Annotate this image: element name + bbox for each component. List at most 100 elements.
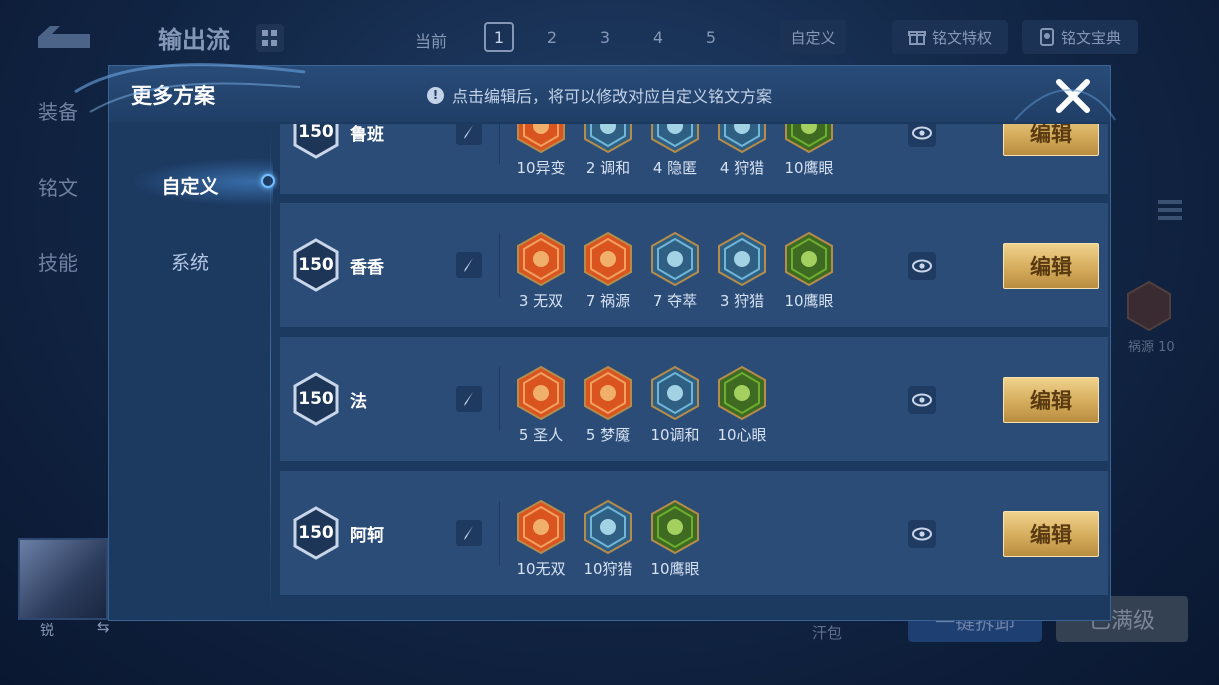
side-tab-skills[interactable]: 技能 bbox=[38, 247, 78, 276]
row-divider bbox=[499, 367, 500, 431]
scheme-list[interactable]: 150 鲁班 编辑 10异变 2 调和 4 隐匿 4 狩猎 10鹰眼 150 香… bbox=[280, 124, 1108, 620]
dialog-sidebar: 自定义 系统 bbox=[109, 122, 275, 620]
rune-label: 10心眼 bbox=[717, 426, 767, 444]
rune-label: 2 调和 bbox=[585, 159, 631, 177]
level-value: 150 bbox=[298, 389, 334, 409]
rune-label: 10鹰眼 bbox=[784, 292, 834, 310]
edit-button[interactable]: 编辑 bbox=[1003, 243, 1099, 289]
rename-button[interactable] bbox=[456, 520, 482, 546]
pencil-icon bbox=[464, 392, 473, 406]
grid-icon[interactable] bbox=[256, 24, 284, 52]
gift-icon bbox=[907, 31, 926, 45]
level-badge: 150 bbox=[292, 372, 340, 426]
scheme-name: 法 bbox=[350, 392, 367, 412]
rune-label: 10狩猎 bbox=[583, 560, 633, 578]
current-label: 当前 bbox=[415, 32, 448, 51]
rune-red-icon[interactable] bbox=[582, 365, 634, 421]
active-tab-indicator bbox=[261, 174, 275, 188]
row-divider bbox=[499, 233, 500, 297]
list-fade bbox=[280, 594, 1108, 620]
rune-label: 3 狩猎 bbox=[719, 292, 765, 310]
eye-icon bbox=[912, 259, 932, 273]
info-icon: ! bbox=[427, 86, 444, 104]
scheme-name: 鲁班 bbox=[350, 125, 384, 145]
scheme-row: 150 鲁班 编辑 10异变 2 调和 4 隐匿 4 狩猎 10鹰眼 bbox=[280, 124, 1108, 194]
rune-green-icon[interactable] bbox=[783, 231, 835, 287]
eye-icon bbox=[912, 527, 932, 541]
rune-red-icon[interactable] bbox=[515, 499, 567, 555]
row-divider bbox=[499, 124, 500, 164]
background-title: 输出流 bbox=[158, 26, 230, 54]
slot-3[interactable]: 3 bbox=[590, 22, 620, 52]
list-menu-icon[interactable] bbox=[1158, 200, 1182, 226]
rune-label: 10异变 bbox=[516, 159, 566, 177]
rune-label: 3 无双 bbox=[518, 292, 564, 310]
rune-blue-icon[interactable] bbox=[582, 124, 634, 154]
close-icon[interactable] bbox=[1053, 76, 1093, 116]
preview-button[interactable] bbox=[908, 386, 936, 414]
preview-button[interactable] bbox=[908, 520, 936, 548]
dialog-header: 更多方案 ! 点击编辑后，将可以修改对应自定义铭文方案 bbox=[109, 66, 1110, 122]
privilege-button[interactable]: 铭文特权 bbox=[892, 20, 1008, 54]
side-tab-runes[interactable]: 铭文 bbox=[38, 172, 78, 201]
slot-4[interactable]: 4 bbox=[643, 22, 673, 52]
tab-system[interactable]: 系统 bbox=[109, 248, 271, 275]
pencil-icon bbox=[464, 258, 473, 272]
rune-blue-icon[interactable] bbox=[649, 124, 701, 154]
slot-1[interactable]: 1 bbox=[484, 22, 514, 52]
dialog-title: 更多方案 bbox=[131, 84, 215, 108]
scheme-row: 150 阿轲 编辑 10无双 10狩猎 10鹰眼 bbox=[280, 471, 1108, 595]
rune-label: 5 圣人 bbox=[518, 426, 564, 444]
side-tab-equipment[interactable]: 装备 bbox=[38, 96, 78, 125]
scheme-row: 150 香香 编辑 3 无双 7 祸源 7 夺萃 3 狩猎 10鹰眼 bbox=[280, 203, 1108, 327]
rune-label: 4 狩猎 bbox=[719, 159, 765, 177]
level-value: 150 bbox=[298, 255, 334, 275]
rune-label: 10鹰眼 bbox=[784, 159, 834, 177]
rune-red-icon[interactable] bbox=[515, 231, 567, 287]
book-icon bbox=[1039, 28, 1054, 46]
rename-button[interactable] bbox=[456, 252, 482, 278]
slot-5[interactable]: 5 bbox=[696, 22, 726, 52]
rune-green-icon[interactable] bbox=[716, 365, 768, 421]
rune-red-icon[interactable] bbox=[515, 365, 567, 421]
level-badge: 150 bbox=[292, 124, 340, 159]
eye-icon bbox=[912, 126, 932, 140]
edit-button[interactable]: 编辑 bbox=[1003, 377, 1099, 423]
hint-text: 点击编辑后，将可以修改对应自定义铭文方案 bbox=[452, 87, 773, 106]
row-divider bbox=[499, 501, 500, 565]
preview-button[interactable] bbox=[908, 124, 936, 147]
hero-avatar[interactable] bbox=[18, 538, 108, 620]
tab-custom[interactable]: 自定义 bbox=[109, 172, 271, 199]
rune-label: 7 夺萃 bbox=[652, 292, 698, 310]
rune-red-icon[interactable] bbox=[582, 231, 634, 287]
rune-green-icon[interactable] bbox=[649, 499, 701, 555]
treasure-button[interactable]: 铭文宝典 bbox=[1022, 20, 1138, 54]
scheme-name: 香香 bbox=[350, 258, 384, 278]
rename-button[interactable] bbox=[456, 124, 482, 145]
rune-blue-icon[interactable] bbox=[582, 499, 634, 555]
rune-label: 10调和 bbox=[650, 426, 700, 444]
rename-button[interactable] bbox=[456, 386, 482, 412]
edit-button[interactable]: 编辑 bbox=[1003, 511, 1099, 557]
rune-blue-icon[interactable] bbox=[649, 231, 701, 287]
bottom-text: 汗包 bbox=[812, 624, 843, 642]
rune-green-icon[interactable] bbox=[783, 124, 835, 154]
rune-label: 5 梦魇 bbox=[585, 426, 631, 444]
background-rune-icon bbox=[1127, 280, 1171, 332]
edit-button[interactable]: 编辑 bbox=[1003, 124, 1099, 156]
pencil-icon bbox=[464, 125, 473, 139]
rune-blue-icon[interactable] bbox=[716, 124, 768, 154]
preview-button[interactable] bbox=[908, 252, 936, 280]
more-schemes-dialog: 更多方案 ! 点击编辑后，将可以修改对应自定义铭文方案 自定义 系统 150 鲁… bbox=[108, 65, 1111, 621]
rune-blue-icon[interactable] bbox=[716, 231, 768, 287]
eye-icon bbox=[912, 393, 932, 407]
back-arrow-icon[interactable] bbox=[32, 22, 94, 52]
rune-label: 4 隐匿 bbox=[652, 159, 698, 177]
rune-red-icon[interactable] bbox=[515, 124, 567, 154]
dialog-hint: ! 点击编辑后，将可以修改对应自定义铭文方案 bbox=[427, 83, 772, 107]
pencil-icon bbox=[464, 526, 473, 540]
custom-tab-button[interactable]: 自定义 bbox=[780, 20, 846, 54]
level-value: 150 bbox=[298, 124, 334, 142]
slot-2[interactable]: 2 bbox=[537, 22, 567, 52]
rune-blue-icon[interactable] bbox=[649, 365, 701, 421]
